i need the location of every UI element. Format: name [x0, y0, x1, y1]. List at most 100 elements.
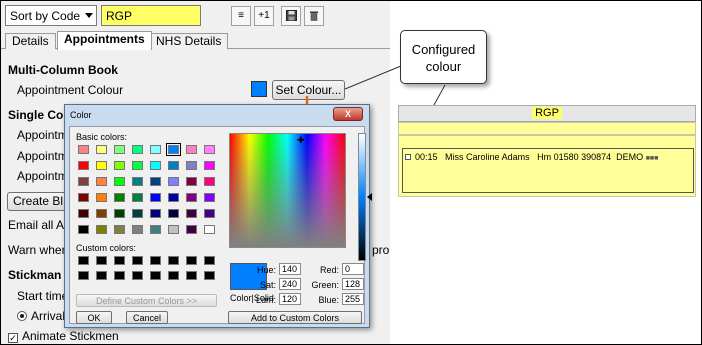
basic-color-swatch[interactable] [186, 225, 197, 234]
basic-color-swatch[interactable] [168, 225, 179, 234]
basic-color-swatch[interactable] [186, 161, 197, 170]
basic-color-swatch[interactable] [168, 177, 179, 186]
basic-color-swatch[interactable] [114, 193, 125, 202]
appointment-book-preview: RGP 00:15 Miss Caroline Adams Hm 01580 3… [398, 105, 696, 201]
custom-color-swatch[interactable] [96, 256, 107, 265]
basic-color-swatch[interactable] [132, 209, 143, 218]
basic-color-swatch[interactable] [114, 145, 125, 154]
basic-color-swatch[interactable] [78, 145, 89, 154]
custom-color-swatch[interactable] [132, 256, 143, 265]
start-time-label: Start time [17, 289, 69, 303]
custom-color-swatch[interactable] [96, 271, 107, 280]
animate-stickmen-checkbox[interactable]: ✓ Animate Stickmen [8, 329, 119, 343]
basic-color-swatch[interactable] [78, 225, 89, 234]
sat-field[interactable]: 240 [279, 278, 301, 290]
define-custom-colors-button[interactable]: Define Custom Colors >> [76, 294, 217, 307]
basic-color-swatch[interactable] [168, 161, 179, 170]
lum-field[interactable]: 120 [279, 293, 301, 305]
basic-color-swatch[interactable] [186, 177, 197, 186]
add-to-custom-colors-button[interactable]: Add to Custom Colors [228, 311, 362, 324]
blue-field[interactable]: 255 [342, 293, 364, 305]
basic-color-swatch[interactable] [114, 225, 125, 234]
tab-details[interactable]: Details [5, 33, 56, 49]
basic-color-swatch[interactable] [96, 193, 107, 202]
appointment-block[interactable]: 00:15 Miss Caroline Adams Hm 01580 39087… [402, 148, 694, 193]
create-block-button[interactable]: Create Bl [7, 192, 67, 211]
cancel-button[interactable]: Cancel [126, 311, 168, 324]
color-dialog: Color X Basic colors: Custom colors: Def… [64, 104, 372, 328]
basic-color-swatch[interactable] [150, 225, 161, 234]
basic-color-swatch[interactable] [150, 161, 161, 170]
custom-color-swatch[interactable] [204, 271, 215, 280]
appointment-checkbox[interactable] [405, 154, 411, 160]
basic-color-swatch[interactable] [204, 177, 215, 186]
custom-color-swatch[interactable] [204, 256, 215, 265]
basic-color-swatch[interactable] [204, 161, 215, 170]
basic-color-swatch[interactable] [204, 225, 215, 234]
basic-color-swatch[interactable] [150, 145, 161, 154]
basic-color-swatch[interactable] [166, 143, 181, 156]
basic-color-swatch[interactable] [186, 145, 197, 154]
custom-color-swatch[interactable] [114, 256, 125, 265]
sort-select[interactable]: Sort by Code [5, 5, 97, 26]
custom-color-swatch[interactable] [150, 271, 161, 280]
basic-color-swatch[interactable] [168, 209, 179, 218]
align-button[interactable]: ≡ [231, 6, 251, 26]
delete-button[interactable] [304, 6, 324, 26]
basic-color-swatch[interactable] [78, 161, 89, 170]
basic-color-swatch[interactable] [96, 225, 107, 234]
basic-color-swatch[interactable] [132, 145, 143, 154]
basic-color-swatch[interactable] [114, 177, 125, 186]
plus-one-button[interactable]: +1 [254, 6, 274, 26]
basic-color-swatch[interactable] [132, 177, 143, 186]
tab-appointments[interactable]: Appointments [57, 31, 152, 50]
custom-color-swatch[interactable] [150, 256, 161, 265]
basic-color-swatch[interactable] [186, 193, 197, 202]
ok-button[interactable]: OK [76, 311, 112, 324]
basic-color-swatch[interactable] [204, 209, 215, 218]
save-button[interactable] [281, 6, 301, 26]
basic-color-swatch[interactable] [132, 161, 143, 170]
basic-color-swatch[interactable] [204, 145, 215, 154]
basic-color-swatch[interactable] [78, 193, 89, 202]
luminance-slider[interactable] [358, 133, 366, 261]
red-field[interactable]: 0 [342, 263, 364, 275]
color-spectrum[interactable] [229, 133, 346, 248]
basic-color-swatch[interactable] [186, 209, 197, 218]
basic-color-swatch[interactable] [132, 225, 143, 234]
tab-nhs-details[interactable]: NHS Details [149, 33, 229, 49]
slider-arrow-icon[interactable] [367, 193, 372, 201]
custom-color-swatch[interactable] [78, 256, 89, 265]
arrival-radio[interactable]: Arrival [17, 309, 65, 323]
trash-icon [310, 11, 318, 21]
basic-color-swatch[interactable] [96, 161, 107, 170]
custom-color-swatch[interactable] [168, 256, 179, 265]
hue-field[interactable]: 140 [279, 263, 301, 275]
custom-color-swatch[interactable] [78, 271, 89, 280]
basic-color-swatch[interactable] [96, 177, 107, 186]
custom-color-swatch[interactable] [132, 271, 143, 280]
basic-color-swatch[interactable] [114, 209, 125, 218]
code-input[interactable]: RGP [101, 5, 201, 26]
basic-color-swatch[interactable] [78, 177, 89, 186]
basic-color-swatch[interactable] [168, 193, 179, 202]
basic-color-swatch[interactable] [150, 193, 161, 202]
custom-color-swatch[interactable] [186, 256, 197, 265]
close-button[interactable]: X [333, 107, 363, 121]
basic-color-swatch[interactable] [132, 193, 143, 202]
basic-color-swatch[interactable] [78, 209, 89, 218]
basic-color-swatch[interactable] [96, 145, 107, 154]
basic-color-swatch[interactable] [150, 177, 161, 186]
custom-color-swatch[interactable] [168, 271, 179, 280]
basic-color-swatch[interactable] [204, 193, 215, 202]
save-icon [285, 10, 297, 21]
custom-color-swatch[interactable] [186, 271, 197, 280]
time-slot-row [398, 122, 696, 135]
patient-phone: Hm 01580 390874 [537, 152, 612, 162]
basic-color-swatch[interactable] [114, 161, 125, 170]
basic-color-swatch[interactable] [96, 209, 107, 218]
plus-one-icon: +1 [258, 10, 270, 21]
green-field[interactable]: 128 [342, 278, 364, 290]
basic-color-swatch[interactable] [150, 209, 161, 218]
custom-color-swatch[interactable] [114, 271, 125, 280]
